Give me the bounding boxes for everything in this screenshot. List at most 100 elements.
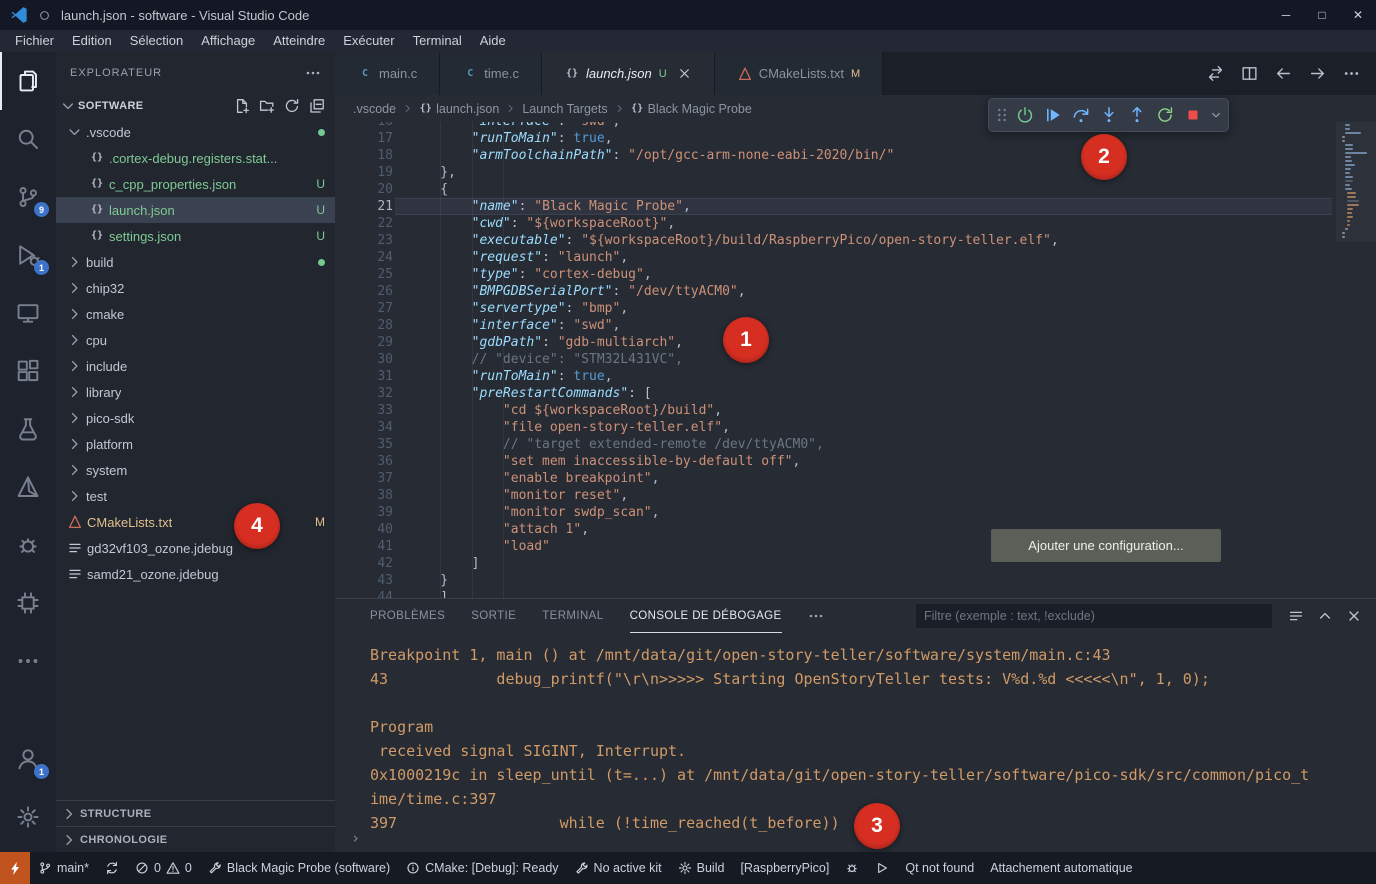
console-filter-input[interactable] <box>916 604 1272 628</box>
section-structure[interactable]: STRUCTURE <box>56 800 335 826</box>
refresh-explorer-icon[interactable] <box>284 98 300 114</box>
status-run-target[interactable] <box>867 852 897 884</box>
breadcrumb-launch-targets[interactable]: Launch Targets <box>522 102 607 116</box>
breadcrumb-launch-json[interactable]: {}launch.json <box>419 102 499 116</box>
line-number[interactable]: 30 <box>335 351 393 368</box>
code-editor[interactable]: 1617181920212223242526272829303132333435… <box>335 122 1376 598</box>
menu-affichage[interactable]: Affichage <box>192 30 264 52</box>
new-folder-icon[interactable] <box>259 98 275 114</box>
debug-step-out-button[interactable] <box>1124 102 1150 128</box>
activity-memory-view[interactable] <box>0 574 56 632</box>
maximize-button[interactable]: □ <box>1304 0 1340 30</box>
tab-launch-json[interactable]: {}launch.jsonU <box>542 52 715 95</box>
status-git-branch[interactable]: main* <box>30 852 97 884</box>
split-editor-icon[interactable] <box>1241 65 1258 82</box>
activity-more-h[interactable] <box>0 632 56 690</box>
tree-item-build[interactable]: build <box>56 249 335 275</box>
status-auto-attach[interactable]: Attachement automatique <box>982 852 1140 884</box>
explorer-section-header[interactable]: SOFTWARE <box>56 93 335 119</box>
output-options-icon[interactable] <box>1288 608 1304 624</box>
activity-cmake[interactable] <box>0 458 56 516</box>
activity-test-beaker[interactable] <box>0 400 56 458</box>
tree-item-gd32vf103-ozone-jdebug[interactable]: gd32vf103_ozone.jdebug <box>56 535 335 561</box>
debug-step-into-button[interactable] <box>1096 102 1122 128</box>
menu-atteindre[interactable]: Atteindre <box>264 30 334 52</box>
line-number[interactable]: 44 <box>335 589 393 598</box>
line-number[interactable]: 21 <box>335 198 393 215</box>
line-number[interactable]: 16 <box>335 122 393 130</box>
tree-item-c-cpp-properties-json[interactable]: {}c_cpp_properties.jsonU <box>56 171 335 197</box>
tree-item-samd21-ozone-jdebug[interactable]: samd21_ozone.jdebug <box>56 561 335 587</box>
line-number[interactable]: 36 <box>335 453 393 470</box>
tree-item-library[interactable]: library <box>56 379 335 405</box>
panel-tab-sortie[interactable]: SORTIE <box>471 599 516 633</box>
line-number[interactable]: 42 <box>335 555 393 572</box>
line-number[interactable]: 27 <box>335 300 393 317</box>
line-number[interactable]: 34 <box>335 419 393 436</box>
activity-remote-explorer[interactable] <box>0 284 56 342</box>
menu-executer[interactable]: Exécuter <box>334 30 403 52</box>
editor-gutter[interactable]: 1617181920212223242526272829303132333435… <box>335 122 393 598</box>
status-debug-configuration[interactable]: Black Magic Probe (software) <box>200 852 398 884</box>
activity-explorer[interactable] <box>0 52 56 110</box>
status-active-kit[interactable]: No active kit <box>567 852 670 884</box>
line-number[interactable]: 17 <box>335 130 393 147</box>
open-changes-icon[interactable] <box>1207 65 1224 82</box>
tree-item-chip32[interactable]: chip32 <box>56 275 335 301</box>
navigate-back-icon[interactable] <box>1275 65 1292 82</box>
debug-repl-prompt[interactable]: › <box>351 829 360 847</box>
collapse-folders-icon[interactable] <box>309 98 325 114</box>
breadcrumb-black-magic-probe[interactable]: {}Black Magic Probe <box>631 102 752 116</box>
debug-restart-button[interactable] <box>1152 102 1178 128</box>
menu-fichier[interactable]: Fichier <box>6 30 63 52</box>
status-qt-status[interactable]: Qt not found <box>897 852 982 884</box>
activity-gear[interactable] <box>0 788 56 846</box>
tree-item-cmakelists-txt[interactable]: CMakeLists.txtM <box>56 509 335 535</box>
line-number[interactable]: 22 <box>335 215 393 232</box>
activity-run-debug[interactable]: 1 <box>0 226 56 284</box>
tree-item-platform[interactable]: platform <box>56 431 335 457</box>
more-actions-icon[interactable] <box>1343 65 1360 82</box>
line-number[interactable]: 28 <box>335 317 393 334</box>
line-number[interactable]: 25 <box>335 266 393 283</box>
line-number[interactable]: 18 <box>335 147 393 164</box>
debug-stop-options-button[interactable] <box>1208 102 1223 128</box>
tree-item-launch-json[interactable]: {}launch.jsonU <box>56 197 335 223</box>
debug-stop-button[interactable] <box>1180 102 1206 128</box>
tree-item-cortex-debug-registers-stat[interactable]: {}.cortex-debug.registers.stat... <box>56 145 335 171</box>
tree-item-pico-sdk[interactable]: pico-sdk <box>56 405 335 431</box>
breadcrumb-vscode[interactable]: .vscode <box>353 102 396 116</box>
activity-extensions[interactable] <box>0 342 56 400</box>
debug-disconnect-button[interactable] <box>1012 102 1038 128</box>
menu-aide[interactable]: Aide <box>471 30 515 52</box>
line-number[interactable]: 19 <box>335 164 393 181</box>
line-number[interactable]: 23 <box>335 232 393 249</box>
line-number[interactable]: 35 <box>335 436 393 453</box>
status-debug-target[interactable] <box>837 852 867 884</box>
close-button[interactable]: ✕ <box>1340 0 1376 30</box>
activity-bug-ext[interactable] <box>0 516 56 574</box>
tree-item-settings-json[interactable]: {}settings.jsonU <box>56 223 335 249</box>
maximize-panel-icon[interactable] <box>1317 608 1333 624</box>
debug-step-over-button[interactable] <box>1068 102 1094 128</box>
panel-tab-terminal[interactable]: TERMINAL <box>542 599 603 633</box>
line-number[interactable]: 26 <box>335 283 393 300</box>
line-number[interactable]: 20 <box>335 181 393 198</box>
line-number[interactable]: 38 <box>335 487 393 504</box>
navigate-forward-icon[interactable] <box>1309 65 1326 82</box>
tree-item-test[interactable]: test <box>56 483 335 509</box>
tree-item-cmake[interactable]: cmake <box>56 301 335 327</box>
line-number[interactable]: 43 <box>335 572 393 589</box>
status-sync[interactable] <box>97 852 127 884</box>
minimap[interactable] <box>1340 124 1368 240</box>
line-number[interactable]: 29 <box>335 334 393 351</box>
tab-main-c[interactable]: Cmain.c <box>335 52 440 95</box>
panel-tab-console-de-debogage[interactable]: CONSOLE DE DÉBOGAGE <box>630 599 782 633</box>
tree-item-system[interactable]: system <box>56 457 335 483</box>
line-number[interactable]: 37 <box>335 470 393 487</box>
section-chronologie[interactable]: CHRONOLOGIE <box>56 826 335 852</box>
minimize-button[interactable]: ─ <box>1268 0 1304 30</box>
menu-edition[interactable]: Edition <box>63 30 121 52</box>
tree-item-cpu[interactable]: cpu <box>56 327 335 353</box>
line-number[interactable]: 39 <box>335 504 393 521</box>
